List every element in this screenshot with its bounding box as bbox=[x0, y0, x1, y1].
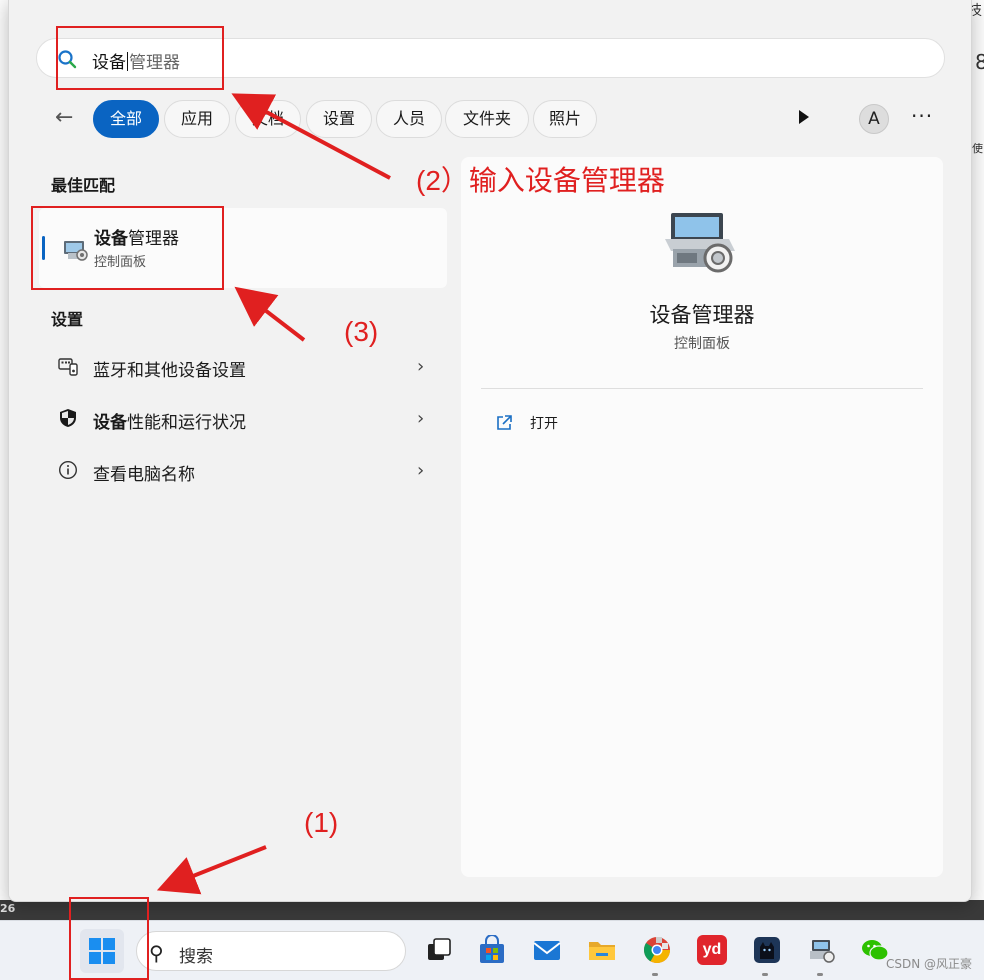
settings-item-bluetooth[interactable]: 蓝牙和其他设备设置 › bbox=[49, 344, 449, 390]
open-action[interactable]: 打开 bbox=[495, 413, 575, 437]
avatar[interactable]: A bbox=[859, 104, 889, 134]
open-action-label: 打开 bbox=[530, 416, 558, 432]
settings-item-label-rest: 性能和运行状况 bbox=[127, 413, 246, 433]
annotation-step-3: (3) bbox=[344, 316, 379, 347]
task-view-icon[interactable] bbox=[424, 935, 454, 965]
file-explorer-icon[interactable] bbox=[587, 935, 617, 965]
shield-icon bbox=[60, 409, 76, 427]
info-icon bbox=[58, 460, 78, 480]
mail-icon[interactable] bbox=[532, 935, 562, 965]
background-edge-digit: 8 bbox=[975, 50, 984, 74]
filter-chip-photos[interactable]: 照片 bbox=[533, 100, 597, 138]
divider bbox=[481, 388, 923, 389]
more-icon[interactable]: ··· bbox=[911, 104, 933, 128]
annotation-box-result bbox=[31, 206, 224, 290]
settings-item-device-health[interactable]: 设备性能和运行状况 › bbox=[49, 396, 449, 442]
background-edge-text: 使 bbox=[972, 142, 983, 155]
watermark: CSDN @风正豪 bbox=[885, 957, 972, 971]
taskbar-search-placeholder: 搜索 bbox=[179, 947, 213, 967]
running-indicator bbox=[817, 973, 823, 976]
device-manager-icon bbox=[665, 213, 735, 273]
filter-chip-people[interactable]: 人员 bbox=[376, 100, 442, 138]
chrome-icon[interactable] bbox=[642, 935, 672, 965]
search-panel: 设备 管理器 ← 全部 应用 文档 设置 人员 文件夹 照片 A ··· 最佳匹配… bbox=[8, 0, 972, 902]
running-indicator bbox=[762, 973, 768, 976]
chevron-right-icon: › bbox=[417, 460, 425, 481]
chevron-right-icon: › bbox=[417, 408, 425, 429]
open-external-icon bbox=[497, 415, 512, 430]
microsoft-store-icon[interactable] bbox=[477, 935, 507, 965]
settings-item-label: 蓝牙和其他设备设置 bbox=[93, 361, 246, 381]
chevron-right-icon: › bbox=[417, 356, 425, 377]
best-match-heading: 最佳匹配 bbox=[51, 176, 116, 195]
preview-pane: 设备管理器 控制面板 打开 bbox=[461, 157, 943, 877]
cat-app-icon[interactable] bbox=[752, 935, 782, 965]
running-indicator bbox=[652, 973, 658, 976]
search-icon: ⚲ bbox=[149, 941, 164, 965]
filter-chip-apps[interactable]: 应用 bbox=[164, 100, 230, 138]
settings-item-pc-name[interactable]: 查看电脑名称 › bbox=[49, 448, 449, 494]
taskbar-search-box[interactable]: ⚲ 搜索 bbox=[136, 931, 406, 971]
preview-subtitle: 控制面板 bbox=[674, 336, 730, 352]
settings-heading: 设置 bbox=[51, 310, 84, 329]
annotation-step-2: (2）输入设备管理器 bbox=[416, 165, 665, 196]
device-manager-icon[interactable] bbox=[807, 935, 837, 965]
arrow-left-icon[interactable]: ← bbox=[55, 106, 79, 130]
filter-chip-documents[interactable]: 文档 bbox=[235, 100, 301, 138]
filter-bar: ← 全部 应用 文档 设置 人员 文件夹 照片 A ··· bbox=[49, 100, 949, 138]
annotation-box-start bbox=[69, 897, 149, 980]
filter-chip-all[interactable]: 全部 bbox=[93, 100, 159, 138]
settings-item-label: 查看电脑名称 bbox=[93, 465, 195, 485]
settings-item-label: 设备性能和运行状况 bbox=[93, 408, 246, 433]
preview-title: 设备管理器 bbox=[649, 303, 755, 327]
play-icon[interactable] bbox=[799, 110, 809, 124]
settings-item-label-bold: 设备 bbox=[93, 413, 127, 433]
youdao-icon[interactable]: yd bbox=[697, 935, 727, 965]
annotation-box-search bbox=[56, 26, 224, 90]
filter-chip-folders[interactable]: 文件夹 bbox=[445, 100, 529, 138]
bluetooth-devices-icon bbox=[58, 358, 78, 376]
filter-chip-settings[interactable]: 设置 bbox=[306, 100, 372, 138]
annotation-step-1: (1) bbox=[304, 807, 339, 838]
clock-fragment: 26 bbox=[0, 902, 16, 915]
